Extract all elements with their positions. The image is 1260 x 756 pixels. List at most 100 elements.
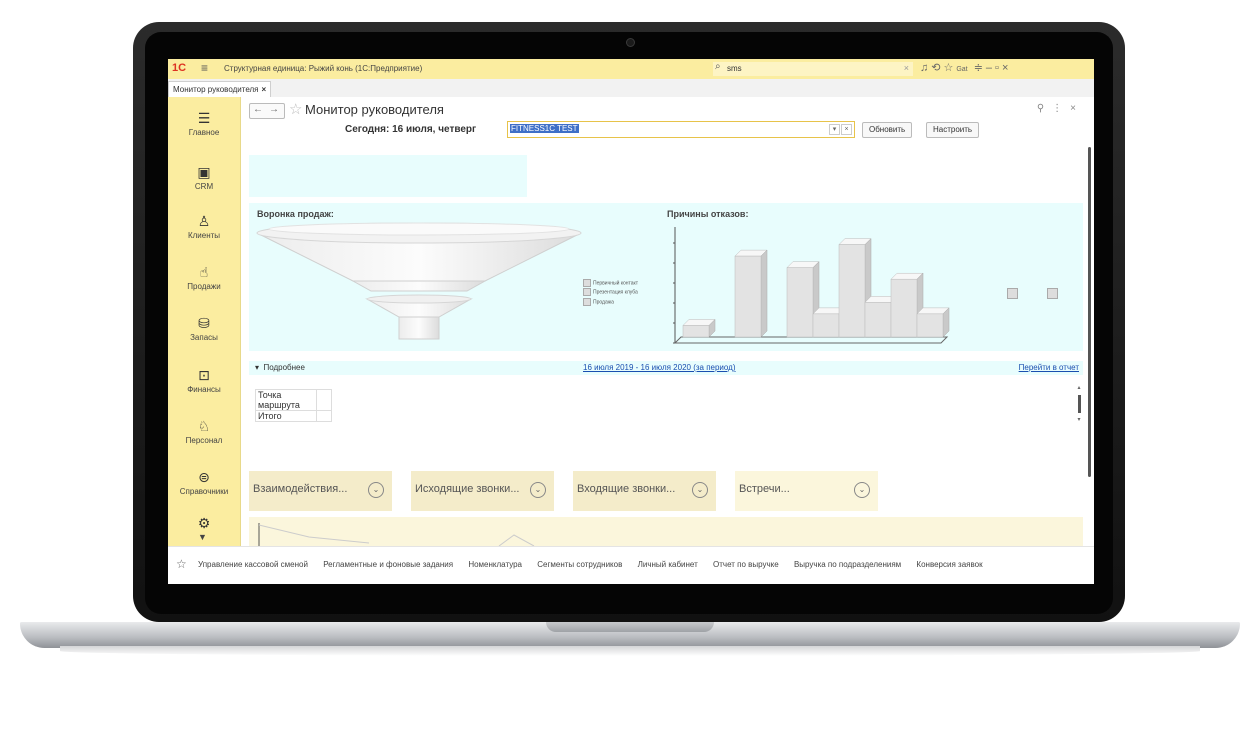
route-table: Точка маршрута Итого [255, 389, 332, 422]
tile-interactions[interactable]: Взаимодействия... ⌄ [249, 471, 392, 511]
favorite-link[interactable]: Личный кабинет [638, 560, 698, 569]
sidebar-item-stock[interactable]: ⛁ Запасы [168, 314, 240, 342]
page-title: Монитор руководителя [305, 102, 444, 117]
sidebar-item-clients[interactable]: ♙ Клиенты [168, 212, 240, 240]
legend-item: Первичный контакт [583, 279, 638, 288]
organization-select[interactable]: FITNESS1C TEST ▾ × [507, 121, 855, 138]
header-icons: ⚲⋮× [1037, 103, 1084, 114]
catalogs-icon: ⊜ [198, 469, 210, 485]
activity-chart [258, 523, 535, 547]
sidebar-item-crm[interactable]: ▣ CRM [168, 163, 240, 191]
maximize-icon[interactable]: ▫ [995, 62, 1002, 74]
gear-icon: ⚙ [197, 515, 211, 531]
search-input[interactable]: ⌕ sms × [713, 61, 913, 76]
laptop-notch [546, 622, 714, 632]
tile-outgoing-calls[interactable]: Исходящие звонки... ⌄ [411, 471, 554, 511]
tile-label: Взаимодействия... [253, 483, 348, 495]
scroll-up-icon[interactable]: ▴ [1076, 383, 1082, 393]
user-label[interactable]: Gat [956, 66, 967, 73]
table-row: Точка маршрута [255, 389, 332, 411]
scroll-thumb[interactable] [1077, 395, 1081, 413]
sidebar-item-sales[interactable]: ☝ Продажи [168, 263, 240, 291]
legend-label: Продажа [593, 298, 614, 305]
go-to-report-link[interactable]: Перейти в отчет [1019, 363, 1079, 372]
expand-icon[interactable]: ⌄ [692, 482, 708, 498]
tab-monitor[interactable]: Монитор руководителя × [168, 81, 272, 98]
main-menu-icon[interactable]: ≡ [201, 61, 208, 75]
title-bar: 1С ≡ Структурная единица: Рыжий конь (1С… [168, 59, 1094, 79]
table-scrollbar[interactable]: ▴ ▾ [1076, 383, 1082, 425]
dropdown-icon[interactable]: ▾ [829, 124, 840, 135]
tile-meetings[interactable]: Встречи... ⌄ [735, 471, 878, 511]
chart-option-box[interactable] [1007, 288, 1018, 299]
favorite-star-icon[interactable]: ☆ [289, 100, 302, 118]
funnel-chart [256, 222, 582, 340]
expand-icon[interactable]: ⌄ [368, 482, 384, 498]
nav-buttons: ← → [249, 103, 285, 119]
back-icon[interactable]: ← [250, 104, 266, 116]
sidebar-item-catalogs[interactable]: ⊜ Справочники [168, 468, 240, 496]
favorite-link[interactable]: Конверсия заявок [916, 560, 982, 569]
forward-icon[interactable]: → [266, 104, 282, 116]
table-cell [316, 389, 332, 411]
page-scrollbar[interactable] [1087, 97, 1092, 546]
favorite-link[interactable]: Отчет по выручке [713, 560, 779, 569]
favorite-link[interactable]: Сегменты сотрудников [537, 560, 622, 569]
reasons-title: Причины отказов: [667, 209, 749, 219]
window-title: Структурная единица: Рыжий конь (1С:Пред… [224, 64, 423, 73]
refresh-button[interactable]: Обновить [862, 122, 913, 138]
funnel-top-inner [268, 222, 570, 236]
staff-icon: ♘ [197, 418, 211, 434]
legend-item: Продажа [583, 297, 638, 307]
favorites-bar: ☆ Управление кассовой сменой Регламентны… [168, 546, 1094, 584]
scroll-down-icon[interactable]: ▾ [1076, 415, 1082, 425]
expand-icon[interactable]: ⌄ [854, 482, 870, 498]
sidebar-more-icon[interactable]: ▼ [198, 532, 207, 542]
tile-incoming-calls[interactable]: Входящие звонки... ⌄ [573, 471, 716, 511]
favorite-link[interactable]: Регламентные и фоновые задания [323, 560, 453, 569]
favorites-star-icon[interactable]: ☆ [176, 557, 187, 571]
chart-option-box[interactable] [1047, 288, 1058, 299]
link-icon[interactable]: ⚲ [1037, 103, 1052, 114]
settings-icon[interactable]: ≑ [974, 62, 986, 74]
more-icon[interactable]: ⋮ [1052, 103, 1070, 114]
sidebar-item-label: Персонал [185, 436, 223, 445]
sales-icon: ☝ [199, 264, 209, 280]
expand-icon[interactable]: ⌄ [530, 482, 546, 498]
close-form-icon[interactable]: × [1070, 103, 1084, 114]
legend-swatch [583, 288, 591, 297]
period-link[interactable]: 16 июля 2019 - 16 июля 2020 (за период) [583, 363, 736, 372]
sidebar-item-main[interactable]: ☰ Главное [168, 109, 240, 137]
legend-swatch [583, 297, 591, 306]
favorite-link[interactable]: Управление кассовой сменой [198, 560, 308, 569]
funnel-legend: Первичный контакт Презентация клуба Прод… [583, 279, 638, 307]
bell-icon[interactable]: ♫ [920, 62, 931, 74]
clear-search-icon[interactable]: × [904, 63, 909, 73]
sidebar-item-staff[interactable]: ♘ Персонал [168, 417, 240, 445]
favorites-icon[interactable]: ☆ [943, 62, 956, 74]
tile-label: Исходящие звонки... [415, 483, 520, 495]
scroll-thumb[interactable] [1088, 147, 1091, 477]
sidebar-item-finance[interactable]: ⊡ Финансы [168, 366, 240, 394]
favorite-link[interactable]: Номенклатура [468, 560, 522, 569]
funnel-segment [351, 280, 487, 292]
menu-icon: ☰ [197, 110, 211, 126]
tab-close-icon[interactable]: × [262, 85, 267, 94]
favorite-link[interactable]: Выручка по подразделениям [794, 560, 901, 569]
clear-icon[interactable]: × [841, 124, 852, 135]
close-window-icon[interactable]: × [1002, 62, 1011, 74]
details-toggle[interactable]: ▾ Подробнее [255, 363, 305, 372]
sidebar-item-label: CRM [194, 182, 214, 191]
stock-icon: ⛁ [198, 315, 210, 331]
bar [786, 267, 814, 338]
configure-button[interactable]: Настроить [926, 122, 980, 138]
history-icon[interactable]: ⟲ [931, 62, 943, 74]
camera-icon [626, 38, 635, 47]
bar [734, 255, 762, 338]
sidebar-item-settings[interactable]: ⚙ [168, 514, 240, 532]
minimize-icon[interactable]: – [986, 62, 995, 74]
sidebar-item-label: Главное [188, 128, 220, 137]
reasons-chart [673, 227, 950, 344]
sidebar-item-label: Финансы [187, 385, 221, 394]
details-row: ▾ Подробнее 16 июля 2019 - 16 июля 2020 … [249, 361, 1083, 375]
